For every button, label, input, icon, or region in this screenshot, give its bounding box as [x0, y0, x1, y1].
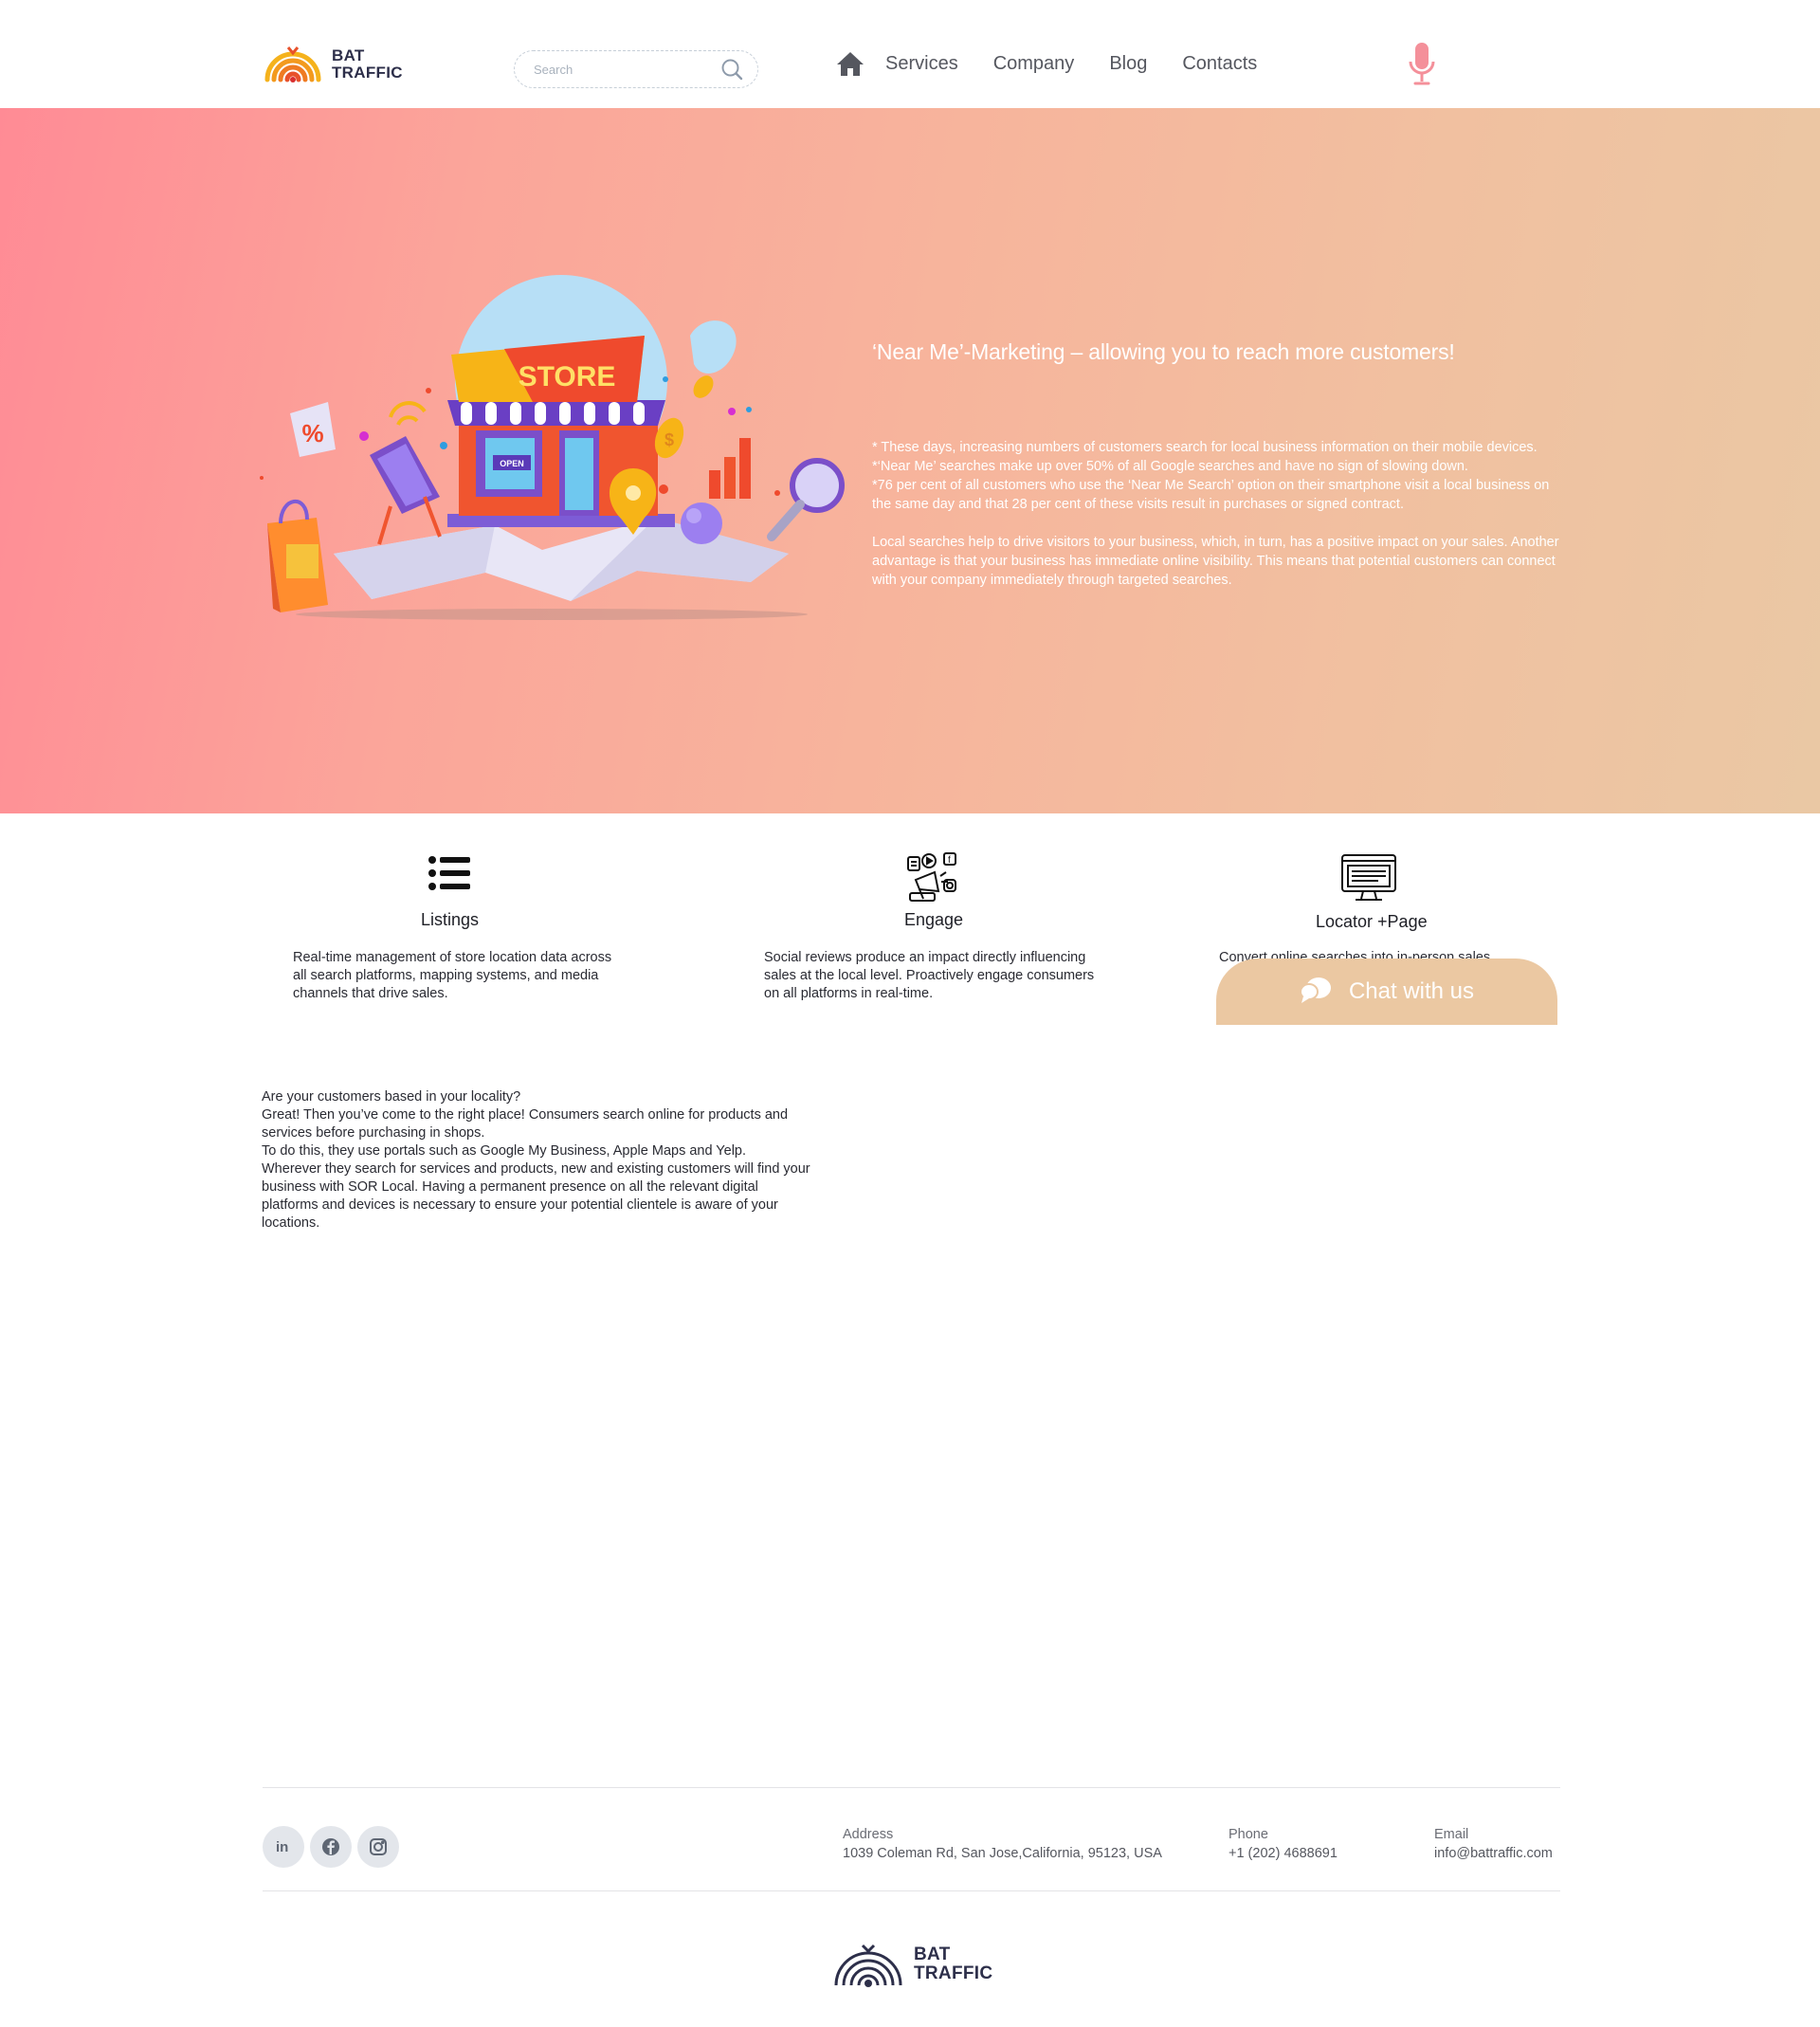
hero-banner: OPEN STORE % $ ‘Near Me’-Marketing – all… [0, 108, 1820, 813]
site-header: BAT TRAFFIC Services Company Blog Contac… [0, 0, 1820, 108]
address-label: Address [843, 1827, 894, 1842]
body-paragraph: To do this, they use portals such as Goo… [262, 1143, 747, 1159]
brand-line-2: TRAFFIC [332, 64, 403, 82]
feature-title-locator: Locator +Page [1316, 912, 1428, 931]
hero-paragraph: Local searches help to drive visitors to… [872, 535, 1559, 588]
footer-email: Email info@battraffic.com [1434, 1825, 1553, 1863]
address-value: 1039 Coleman Rd, San Jose,California, 95… [843, 1846, 1162, 1861]
hero-title: ‘Near Me’-Marketing – allowing you to re… [872, 339, 1455, 364]
footer-brand-name: BAT TRAFFIC [914, 1945, 992, 1983]
store-illustration: OPEN STORE % $ [258, 269, 851, 639]
svg-text:f: f [948, 855, 951, 866]
nav-services[interactable]: Services [885, 53, 958, 75]
footer-brand-line-2: TRAFFIC [914, 1963, 993, 1983]
footer-brand-logo[interactable]: BAT TRAFFIC [830, 1940, 992, 1989]
brand-name: BAT TRAFFIC [332, 47, 403, 82]
microphone-icon[interactable] [1407, 42, 1437, 87]
social-megaphone-icon: f [906, 851, 959, 907]
footer-phone: Phone +1 (202) 4688691 [1228, 1825, 1338, 1863]
nav-company[interactable]: Company [993, 53, 1075, 75]
brand-logo[interactable]: BAT TRAFFIC [262, 42, 403, 87]
nav-blog[interactable]: Blog [1109, 53, 1147, 75]
phone-value[interactable]: +1 (202) 4688691 [1228, 1844, 1338, 1863]
chat-label: Chat with us [1348, 978, 1475, 1004]
search-input[interactable] [534, 62, 719, 77]
email-label: Email [1434, 1827, 1469, 1842]
body-paragraph: Wherever they search for services and pr… [262, 1161, 810, 1231]
brand-line-1: BAT [332, 46, 365, 64]
open-sign: OPEN [500, 459, 524, 468]
feature-title-listings: Listings [421, 910, 480, 929]
linkedin-icon[interactable]: in [263, 1826, 304, 1868]
monitor-icon [1340, 853, 1397, 907]
footer-brand-line-1: BAT [914, 1945, 951, 1964]
svg-text:$: $ [664, 430, 674, 449]
body-copy: Are your customers based in your localit… [262, 1088, 811, 1233]
hero-bullet: *‘Near Me’ searches make up over 50% of … [872, 459, 1468, 474]
footer-address: Address 1039 Coleman Rd, San Jose,Califo… [843, 1825, 1162, 1863]
bat-logo-mono-icon [834, 1944, 902, 1987]
hero-bullets: * These days, increasing numbers of cust… [872, 438, 1564, 514]
facebook-icon[interactable] [310, 1826, 352, 1868]
email-value[interactable]: info@battraffic.com [1434, 1844, 1553, 1863]
footer-divider-bottom [263, 1890, 1560, 1891]
body-paragraph: Are your customers based in your localit… [262, 1089, 521, 1105]
hero-bullet: * These days, increasing numbers of cust… [872, 440, 1538, 455]
bat-logo-icon [264, 46, 321, 82]
store-sign: STORE [519, 361, 616, 393]
footer-divider-top [263, 1787, 1560, 1788]
svg-text:in: in [276, 1839, 288, 1855]
nav-contacts[interactable]: Contacts [1182, 53, 1257, 75]
search-icon[interactable] [719, 57, 744, 82]
hero-bullet: *76 per cent of all customers who use th… [872, 478, 1550, 512]
svg-text:%: % [301, 419, 323, 447]
list-icon [428, 856, 470, 895]
search-box [514, 50, 758, 88]
chat-with-us-button[interactable]: Chat with us [1216, 959, 1557, 1025]
instagram-icon[interactable] [357, 1826, 399, 1868]
body-paragraph: Great! Then you’ve come to the right pla… [262, 1107, 789, 1141]
phone-label: Phone [1228, 1827, 1268, 1842]
main-nav: Services Company Blog Contacts [836, 49, 1292, 78]
chat-bubble-icon [1299, 976, 1332, 1009]
feature-text-listings: Real-time management of store location d… [293, 950, 612, 1001]
feature-text-engage: Social reviews produce an impact directl… [764, 950, 1095, 1001]
feature-title-engage: Engage [904, 910, 964, 929]
home-icon[interactable] [836, 49, 864, 78]
